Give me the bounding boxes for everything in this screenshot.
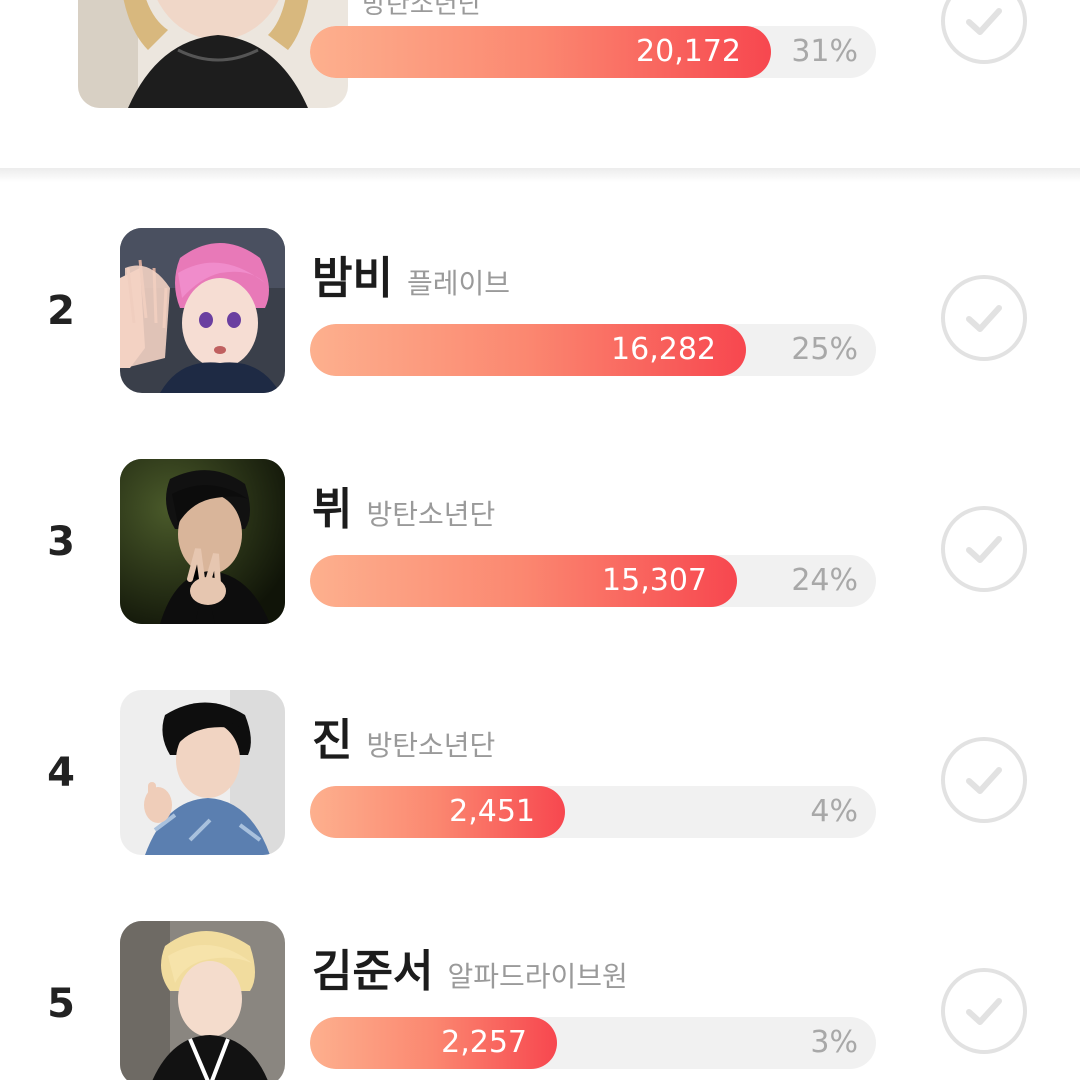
check-icon — [966, 767, 1002, 794]
artist-group: 방탄소년단 — [366, 498, 496, 531]
check-icon — [966, 8, 1002, 35]
artist-name: 뷔 — [312, 484, 353, 535]
rank-number: 5 — [47, 981, 75, 1027]
artist-photo — [120, 228, 285, 393]
artist-photo — [120, 690, 285, 855]
vote-button[interactable] — [941, 968, 1027, 1054]
vote-count: 2,451 — [449, 794, 535, 829]
rank-number: 2 — [47, 288, 75, 334]
vote-percent: 31% — [791, 34, 858, 69]
vote-bar: 20,172 31% — [310, 26, 876, 78]
ranking-item-4[interactable]: 4 진 방탄소년단 2,451 4% — [0, 690, 1080, 860]
artist-group: 방탄소년단 — [362, 0, 482, 20]
artist-name: 밤비 — [312, 253, 393, 304]
vote-count: 2,257 — [441, 1025, 527, 1060]
check-icon — [966, 536, 1002, 563]
artist-group: 방탄소년단 — [366, 729, 496, 762]
vote-percent: 3% — [810, 1025, 858, 1060]
ranking-item-3[interactable]: 3 뷔 방탄소년단 15,307 24% — [0, 459, 1080, 629]
vote-bar: 16,282 25% — [310, 324, 876, 376]
vote-count: 16,282 — [611, 332, 716, 367]
artist-name: 김준서 — [312, 946, 434, 997]
vote-bar: 2,451 4% — [310, 786, 876, 838]
artist-photo — [120, 459, 285, 624]
artist-name: 진 — [312, 715, 353, 766]
artist-photo — [78, 0, 348, 108]
artist-group: 알파드라이브원 — [447, 960, 628, 993]
check-icon — [966, 305, 1002, 332]
vote-button[interactable] — [941, 0, 1027, 64]
artist-info: 김준서 알파드라이브원 — [312, 935, 628, 999]
vote-count: 15,307 — [602, 563, 707, 598]
ranking-item-1[interactable]: 방탄소년단 20,172 31% — [0, 0, 1080, 168]
ranking-page: 방탄소년단 20,172 31% 2 밤비 플레이브 16,282 25% 3 … — [0, 0, 1080, 1080]
vote-button[interactable] — [941, 506, 1027, 592]
vote-percent: 4% — [810, 794, 858, 829]
vote-button[interactable] — [941, 275, 1027, 361]
rank-number: 4 — [47, 750, 75, 796]
vote-count: 20,172 — [636, 34, 741, 69]
vote-bar: 2,257 3% — [310, 1017, 876, 1069]
vote-percent: 24% — [791, 563, 858, 598]
ranking-item-2[interactable]: 2 밤비 플레이브 16,282 25% — [0, 228, 1080, 398]
vote-percent: 25% — [791, 332, 858, 367]
section-divider — [0, 168, 1080, 182]
rank-number: 3 — [47, 519, 75, 565]
artist-info: 뷔 방탄소년단 — [312, 473, 495, 537]
artist-group: 플레이브 — [406, 267, 511, 300]
check-icon — [966, 998, 1002, 1025]
artist-photo — [120, 921, 285, 1080]
artist-info: 진 방탄소년단 — [312, 704, 495, 768]
ranking-item-5[interactable]: 5 김준서 알파드라이브원 2,257 3% — [0, 921, 1080, 1080]
vote-bar: 15,307 24% — [310, 555, 876, 607]
artist-info: 밤비 플레이브 — [312, 242, 510, 306]
vote-button[interactable] — [941, 737, 1027, 823]
